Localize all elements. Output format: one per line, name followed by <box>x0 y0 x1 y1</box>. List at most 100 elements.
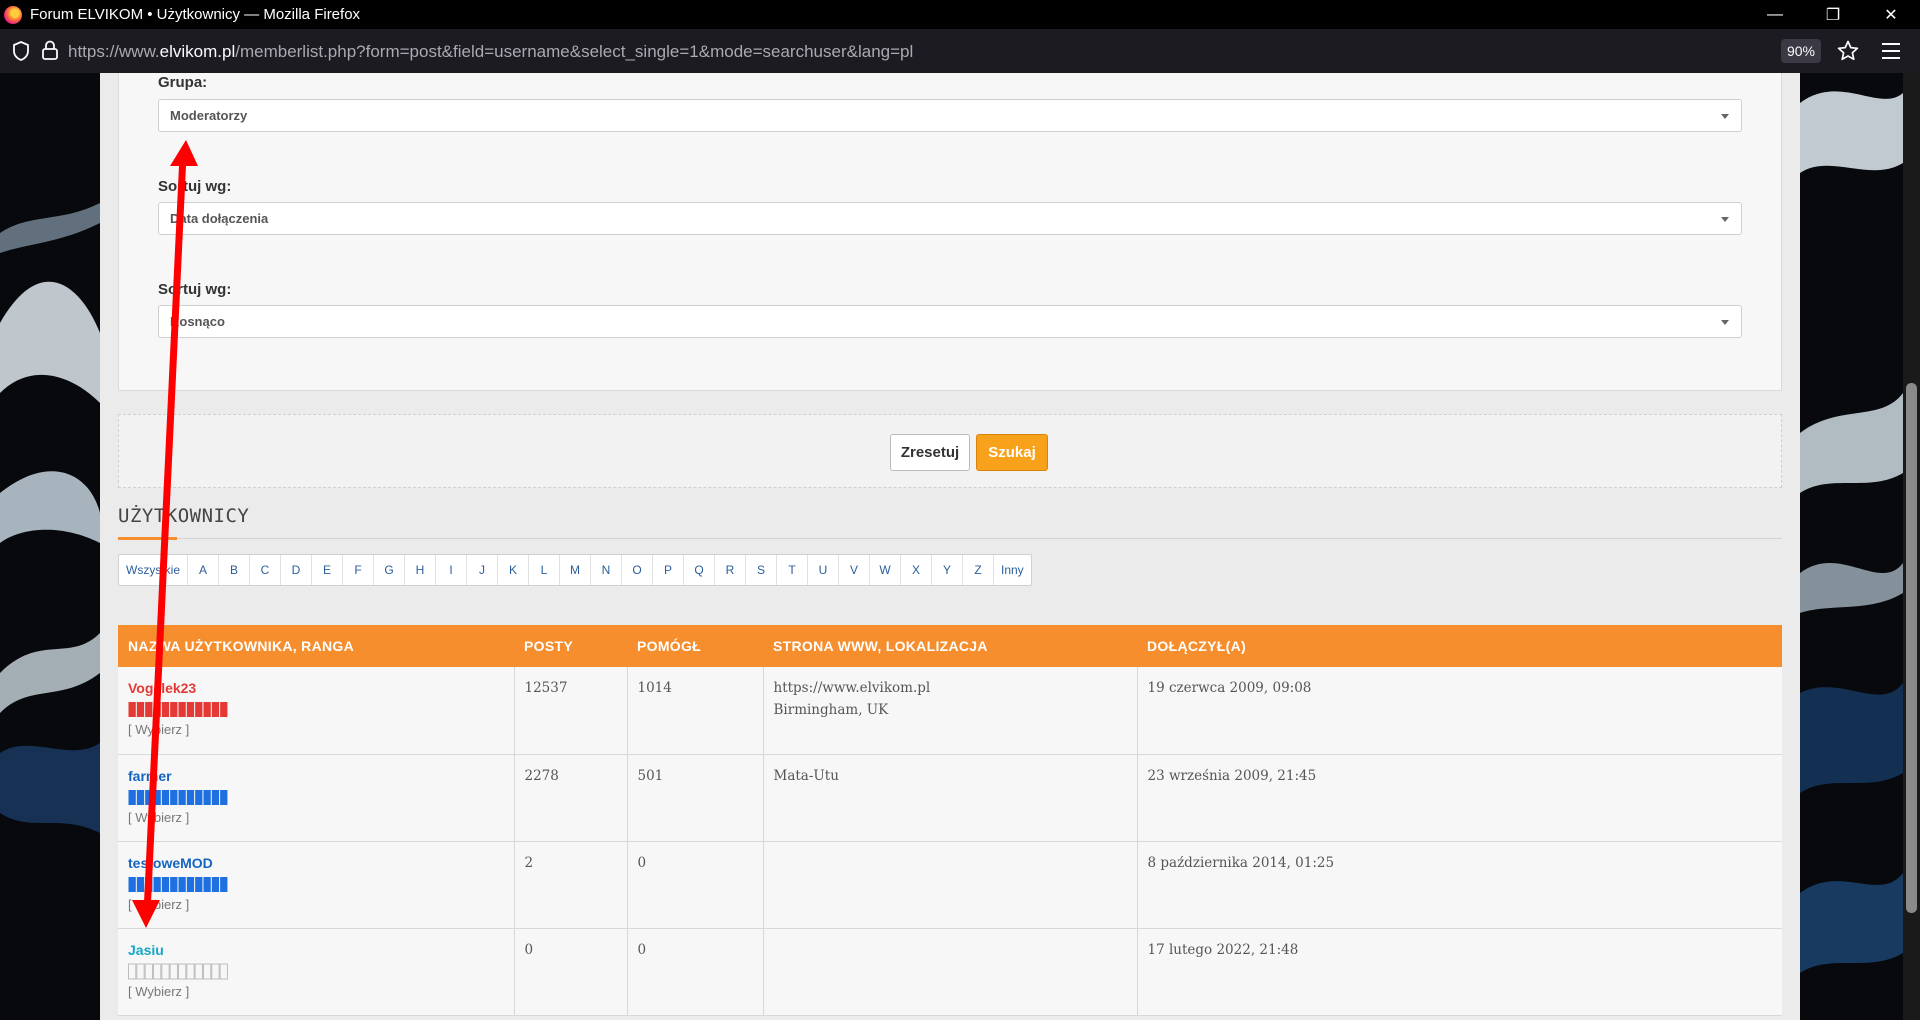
letter-filter-item[interactable]: M <box>560 555 591 585</box>
url-host: elvikom.pl <box>159 42 236 61</box>
letter-filter-item[interactable]: H <box>405 555 436 585</box>
bookmark-star-icon[interactable] <box>1836 39 1860 63</box>
choose-user-link[interactable]: [ Wybierz ] <box>128 984 504 999</box>
header-username[interactable]: NAZWA UŻYTKOWNIKA, RANGA <box>118 625 514 667</box>
chevron-down-icon <box>1721 217 1729 222</box>
header-joined[interactable]: DOŁĄCZYŁ(A) <box>1137 625 1782 667</box>
section-title-accent <box>118 537 177 540</box>
chevron-down-icon <box>1721 114 1729 119</box>
letter-filter-item[interactable]: Wszystkie <box>119 555 188 585</box>
website-text: https://www.elvikom.pl <box>773 680 931 696</box>
url-path: /memberlist.php?form=post&field=username… <box>235 42 914 61</box>
letter-filter-item[interactable]: G <box>374 555 405 585</box>
page-scrollbar-thumb[interactable] <box>1906 383 1917 913</box>
letter-filter-item[interactable]: Z <box>963 555 994 585</box>
cell-helped: 1014 <box>627 667 764 755</box>
letter-filter-item[interactable]: Q <box>684 555 715 585</box>
sort-by-select-value: Data dołączenia <box>170 211 269 226</box>
table-row: Vogelek23[ Wybierz ] 12537 1014 https://www… <box>118 667 1782 755</box>
username-link[interactable]: testoweMOD <box>128 855 504 871</box>
url-input[interactable]: https://www.elvikom.pl/memberlist.php?fo… <box>68 42 913 62</box>
letter-filter-item[interactable]: U <box>808 555 839 585</box>
cell-website-location: https://www.elvikom.pl Birmingham, UK <box>763 667 1138 755</box>
zoom-level-button[interactable]: 90% <box>1781 39 1821 63</box>
page-viewport: Grupa: Moderatorzy Sortuj wg: Data dołąc… <box>0 73 1920 1020</box>
lock-icon[interactable] <box>41 40 59 60</box>
group-select-value: Moderatorzy <box>170 108 248 123</box>
letter-filter-item[interactable]: T <box>777 555 808 585</box>
letter-filter-item[interactable]: F <box>343 555 374 585</box>
sort-by-select[interactable]: Data dołączenia <box>158 202 1742 235</box>
choose-user-link[interactable]: [ Wybierz ] <box>128 810 504 825</box>
cell-helped: 0 <box>627 928 764 1016</box>
search-button[interactable]: Szukaj <box>976 434 1048 471</box>
header-website-location[interactable]: STRONA WWW, LOKALIZACJA <box>763 625 1137 667</box>
rank-bar-icon <box>128 963 228 979</box>
table-row: farmer [ Wybierz ] 2278 501 Mata-Utu 23 wrześ… <box>118 754 1782 842</box>
chevron-down-icon <box>1721 320 1729 325</box>
tracking-shield-icon[interactable] <box>12 41 30 61</box>
minimize-button[interactable]: — <box>1746 0 1804 29</box>
letter-filter-item[interactable]: Inny <box>994 555 1031 585</box>
letter-filter-item[interactable]: O <box>622 555 653 585</box>
letter-filter-item[interactable]: K <box>498 555 529 585</box>
form-actions-panel: Zresetuj Szukaj <box>118 414 1782 488</box>
header-helped[interactable]: POMÓGŁ <box>627 625 763 667</box>
cell-helped: 0 <box>627 841 764 929</box>
cell-username-rank: Jasiu [ Wybierz ] <box>118 928 515 1016</box>
cell-username-rank: testoweMOD [ Wybierz ] <box>118 841 515 929</box>
cell-posts: 0 <box>514 928 628 1016</box>
navigation-toolbar: https://www.elvikom.pl/memberlist.php?fo… <box>0 29 1920 73</box>
letter-filter-item[interactable]: J <box>467 555 498 585</box>
letter-filter-item[interactable]: V <box>839 555 870 585</box>
header-posts[interactable]: POSTY <box>514 625 627 667</box>
cell-posts: 2 <box>514 841 628 929</box>
username-link[interactable]: Jasiu <box>128 942 504 958</box>
sort-order-select-value: Rosnąco <box>170 314 225 329</box>
section-divider <box>118 538 1782 539</box>
url-prefix: https://www. <box>68 42 160 61</box>
table-header-row: NAZWA UŻYTKOWNIKA, RANGA POSTY POMÓGŁ ST… <box>118 625 1782 667</box>
letter-filter-item[interactable]: S <box>746 555 777 585</box>
letter-filter-item[interactable]: X <box>901 555 932 585</box>
restore-button[interactable]: ❐ <box>1804 0 1862 29</box>
cell-joined: 8 października 2014, 01:25 <box>1137 841 1782 929</box>
choose-user-link[interactable]: [ Wybierz ] <box>128 722 504 737</box>
window-controls: — ❐ ✕ <box>1746 0 1920 29</box>
hamburger-menu-icon[interactable] <box>1882 43 1900 59</box>
letter-filter-item[interactable]: W <box>870 555 901 585</box>
letter-filter-item[interactable]: D <box>281 555 312 585</box>
letter-filter-item[interactable]: C <box>250 555 281 585</box>
cell-username-rank: farmer [ Wybierz ] <box>118 754 515 842</box>
letter-filter-item[interactable]: P <box>653 555 684 585</box>
letter-filter-item[interactable]: R <box>715 555 746 585</box>
letter-filter-item[interactable]: I <box>436 555 467 585</box>
choose-user-link[interactable]: [ Wybierz ] <box>128 897 504 912</box>
cell-joined: 19 czerwca 2009, 09:08 <box>1137 667 1782 755</box>
cell-website-location <box>763 928 1138 1016</box>
sort-order-select[interactable]: Rosnąco <box>158 305 1742 338</box>
group-select[interactable]: Moderatorzy <box>158 99 1742 132</box>
sort-order-label: Sortuj wg: <box>158 281 232 298</box>
cell-website-location <box>763 841 1138 929</box>
firefox-logo-icon <box>4 5 22 24</box>
table-row: testoweMOD [ Wybierz ] 2 0 8 października 20… <box>118 841 1782 929</box>
username-link[interactable]: Vogelek23 <box>128 680 504 696</box>
letter-filter-item[interactable]: N <box>591 555 622 585</box>
cell-posts: 2278 <box>514 754 628 842</box>
letter-filter-item[interactable]: A <box>188 555 219 585</box>
cell-username-rank: Vogelek23 [ Wybierz ] <box>118 667 515 755</box>
username-link[interactable]: farmer <box>128 768 504 784</box>
forum-page: Grupa: Moderatorzy Sortuj wg: Data dołąc… <box>100 73 1800 1020</box>
close-window-button[interactable]: ✕ <box>1862 0 1920 29</box>
letter-filter-item[interactable]: B <box>219 555 250 585</box>
reset-button[interactable]: Zresetuj <box>890 434 970 471</box>
letter-filter-item[interactable]: Y <box>932 555 963 585</box>
section-title: UŻYTKOWNICY <box>118 505 250 527</box>
cell-joined: 23 września 2009, 21:45 <box>1137 754 1782 842</box>
rank-bar-icon <box>128 789 228 805</box>
website-text: Mata-Utu <box>773 767 839 784</box>
letter-filter-item[interactable]: E <box>312 555 343 585</box>
letter-filter-item[interactable]: L <box>529 555 560 585</box>
group-label: Grupa: <box>158 74 208 91</box>
